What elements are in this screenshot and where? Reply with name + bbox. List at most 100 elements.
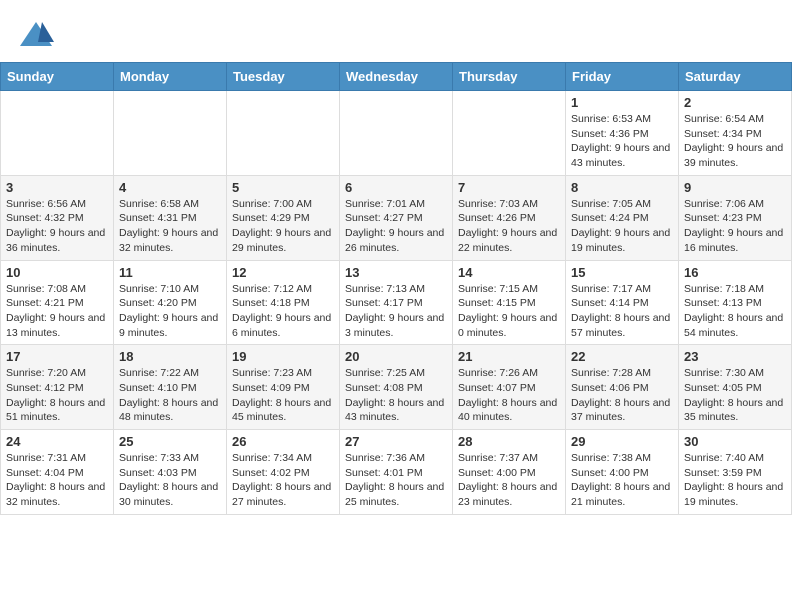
- calendar-header-row: SundayMondayTuesdayWednesdayThursdayFrid…: [1, 63, 792, 91]
- calendar-week-row: 3 Sunrise: 6:56 AM Sunset: 4:32 PM Daylig…: [1, 175, 792, 260]
- calendar-cell: [114, 91, 227, 176]
- day-number: 19: [232, 349, 334, 364]
- calendar-cell: 17 Sunrise: 7:20 AM Sunset: 4:12 PM Dayli…: [1, 345, 114, 430]
- day-number: 15: [571, 265, 673, 280]
- day-info: Sunrise: 7:06 AM Sunset: 4:23 PM Dayligh…: [684, 197, 786, 256]
- day-info: Sunrise: 7:37 AM Sunset: 4:00 PM Dayligh…: [458, 451, 560, 510]
- weekday-header: Wednesday: [340, 63, 453, 91]
- day-info: Sunrise: 7:03 AM Sunset: 4:26 PM Dayligh…: [458, 197, 560, 256]
- calendar-cell: 12Sunrise: 7:12 AM Sunset: 4:18 PM Dayli…: [227, 260, 340, 345]
- day-number: 3: [6, 180, 108, 195]
- day-number: 26: [232, 434, 334, 449]
- day-info: Sunrise: 7:30 AM Sunset: 4:05 PM Dayligh…: [684, 366, 786, 425]
- calendar-week-row: 1Sunrise: 6:53 AM Sunset: 4:36 PM Daylig…: [1, 91, 792, 176]
- day-number: 23: [684, 349, 786, 364]
- weekday-header: Saturday: [679, 63, 792, 91]
- day-info: Sunrise: 7:15 AM Sunset: 4:15 PM Dayligh…: [458, 282, 560, 341]
- calendar-cell: 21Sunrise: 7:26 AM Sunset: 4:07 PM Dayli…: [453, 345, 566, 430]
- calendar-cell: 16 Sunrise: 7:18 AM Sunset: 4:13 PM Dayli…: [679, 260, 792, 345]
- calendar-cell: 28 Sunrise: 7:37 AM Sunset: 4:00 PM Dayli…: [453, 430, 566, 515]
- weekday-header: Thursday: [453, 63, 566, 91]
- calendar-cell: 9 Sunrise: 7:06 AM Sunset: 4:23 PM Daylig…: [679, 175, 792, 260]
- day-info: Sunrise: 6:53 AM Sunset: 4:36 PM Dayligh…: [571, 112, 673, 171]
- day-number: 11: [119, 265, 221, 280]
- day-info: Sunrise: 7:31 AM Sunset: 4:04 PM Dayligh…: [6, 451, 108, 510]
- calendar-cell: 24 Sunrise: 7:31 AM Sunset: 4:04 PM Dayli…: [1, 430, 114, 515]
- calendar-cell: 14 Sunrise: 7:15 AM Sunset: 4:15 PM Dayli…: [453, 260, 566, 345]
- day-number: 20: [345, 349, 447, 364]
- calendar-cell: [453, 91, 566, 176]
- weekday-header: Tuesday: [227, 63, 340, 91]
- calendar-cell: 19Sunrise: 7:23 AM Sunset: 4:09 PM Dayli…: [227, 345, 340, 430]
- day-number: 25: [119, 434, 221, 449]
- day-info: Sunrise: 7:28 AM Sunset: 4:06 PM Dayligh…: [571, 366, 673, 425]
- day-number: 5: [232, 180, 334, 195]
- calendar-week-row: 24 Sunrise: 7:31 AM Sunset: 4:04 PM Dayli…: [1, 430, 792, 515]
- calendar-cell: 11 Sunrise: 7:10 AM Sunset: 4:20 PM Dayli…: [114, 260, 227, 345]
- day-info: Sunrise: 7:18 AM Sunset: 4:13 PM Dayligh…: [684, 282, 786, 341]
- page-header: [0, 0, 792, 62]
- calendar-cell: 4Sunrise: 6:58 AM Sunset: 4:31 PM Daylig…: [114, 175, 227, 260]
- day-info: Sunrise: 7:36 AM Sunset: 4:01 PM Dayligh…: [345, 451, 447, 510]
- day-number: 12: [232, 265, 334, 280]
- calendar-cell: 15 Sunrise: 7:17 AM Sunset: 4:14 PM Dayli…: [566, 260, 679, 345]
- logo: [18, 18, 58, 54]
- day-number: 7: [458, 180, 560, 195]
- calendar-table: SundayMondayTuesdayWednesdayThursdayFrid…: [0, 62, 792, 515]
- calendar-cell: 7 Sunrise: 7:03 AM Sunset: 4:26 PM Daylig…: [453, 175, 566, 260]
- day-info: Sunrise: 6:56 AM Sunset: 4:32 PM Dayligh…: [6, 197, 108, 256]
- day-number: 13: [345, 265, 447, 280]
- day-info: Sunrise: 7:00 AM Sunset: 4:29 PM Dayligh…: [232, 197, 334, 256]
- day-info: Sunrise: 7:05 AM Sunset: 4:24 PM Dayligh…: [571, 197, 673, 256]
- day-number: 28: [458, 434, 560, 449]
- calendar-cell: 26Sunrise: 7:34 AM Sunset: 4:02 PM Dayli…: [227, 430, 340, 515]
- calendar-cell: [227, 91, 340, 176]
- day-number: 6: [345, 180, 447, 195]
- calendar-cell: 5 Sunrise: 7:00 AM Sunset: 4:29 PM Daylig…: [227, 175, 340, 260]
- calendar-week-row: 17 Sunrise: 7:20 AM Sunset: 4:12 PM Dayli…: [1, 345, 792, 430]
- day-number: 16: [684, 265, 786, 280]
- calendar-cell: 22 Sunrise: 7:28 AM Sunset: 4:06 PM Dayli…: [566, 345, 679, 430]
- day-info: Sunrise: 7:20 AM Sunset: 4:12 PM Dayligh…: [6, 366, 108, 425]
- day-number: 2: [684, 95, 786, 110]
- day-info: Sunrise: 7:10 AM Sunset: 4:20 PM Dayligh…: [119, 282, 221, 341]
- day-number: 14: [458, 265, 560, 280]
- calendar-cell: 20 Sunrise: 7:25 AM Sunset: 4:08 PM Dayli…: [340, 345, 453, 430]
- day-number: 18: [119, 349, 221, 364]
- day-number: 9: [684, 180, 786, 195]
- day-number: 22: [571, 349, 673, 364]
- day-number: 10: [6, 265, 108, 280]
- calendar-cell: 23 Sunrise: 7:30 AM Sunset: 4:05 PM Dayli…: [679, 345, 792, 430]
- day-info: Sunrise: 7:13 AM Sunset: 4:17 PM Dayligh…: [345, 282, 447, 341]
- calendar-week-row: 10 Sunrise: 7:08 AM Sunset: 4:21 PM Dayli…: [1, 260, 792, 345]
- day-info: Sunrise: 7:26 AM Sunset: 4:07 PM Dayligh…: [458, 366, 560, 425]
- day-info: Sunrise: 7:22 AM Sunset: 4:10 PM Dayligh…: [119, 366, 221, 425]
- day-info: Sunrise: 7:33 AM Sunset: 4:03 PM Dayligh…: [119, 451, 221, 510]
- day-number: 29: [571, 434, 673, 449]
- day-number: 24: [6, 434, 108, 449]
- weekday-header: Friday: [566, 63, 679, 91]
- weekday-header: Monday: [114, 63, 227, 91]
- day-number: 8: [571, 180, 673, 195]
- calendar-cell: 13 Sunrise: 7:13 AM Sunset: 4:17 PM Dayli…: [340, 260, 453, 345]
- day-info: Sunrise: 7:38 AM Sunset: 4:00 PM Dayligh…: [571, 451, 673, 510]
- day-info: Sunrise: 7:25 AM Sunset: 4:08 PM Dayligh…: [345, 366, 447, 425]
- calendar-cell: 27 Sunrise: 7:36 AM Sunset: 4:01 PM Dayli…: [340, 430, 453, 515]
- day-info: Sunrise: 6:54 AM Sunset: 4:34 PM Dayligh…: [684, 112, 786, 171]
- weekday-header: Sunday: [1, 63, 114, 91]
- calendar-cell: 1Sunrise: 6:53 AM Sunset: 4:36 PM Daylig…: [566, 91, 679, 176]
- calendar-cell: [340, 91, 453, 176]
- calendar-cell: 29 Sunrise: 7:38 AM Sunset: 4:00 PM Dayli…: [566, 430, 679, 515]
- calendar-cell: 25 Sunrise: 7:33 AM Sunset: 4:03 PM Dayli…: [114, 430, 227, 515]
- day-info: Sunrise: 7:08 AM Sunset: 4:21 PM Dayligh…: [6, 282, 108, 341]
- calendar-cell: 2 Sunrise: 6:54 AM Sunset: 4:34 PM Daylig…: [679, 91, 792, 176]
- calendar-cell: 3 Sunrise: 6:56 AM Sunset: 4:32 PM Daylig…: [1, 175, 114, 260]
- day-number: 30: [684, 434, 786, 449]
- logo-icon: [18, 18, 54, 54]
- day-info: Sunrise: 7:17 AM Sunset: 4:14 PM Dayligh…: [571, 282, 673, 341]
- day-number: 27: [345, 434, 447, 449]
- day-number: 17: [6, 349, 108, 364]
- calendar-cell: 8 Sunrise: 7:05 AM Sunset: 4:24 PM Daylig…: [566, 175, 679, 260]
- day-info: Sunrise: 6:58 AM Sunset: 4:31 PM Dayligh…: [119, 197, 221, 256]
- calendar-cell: 18 Sunrise: 7:22 AM Sunset: 4:10 PM Dayli…: [114, 345, 227, 430]
